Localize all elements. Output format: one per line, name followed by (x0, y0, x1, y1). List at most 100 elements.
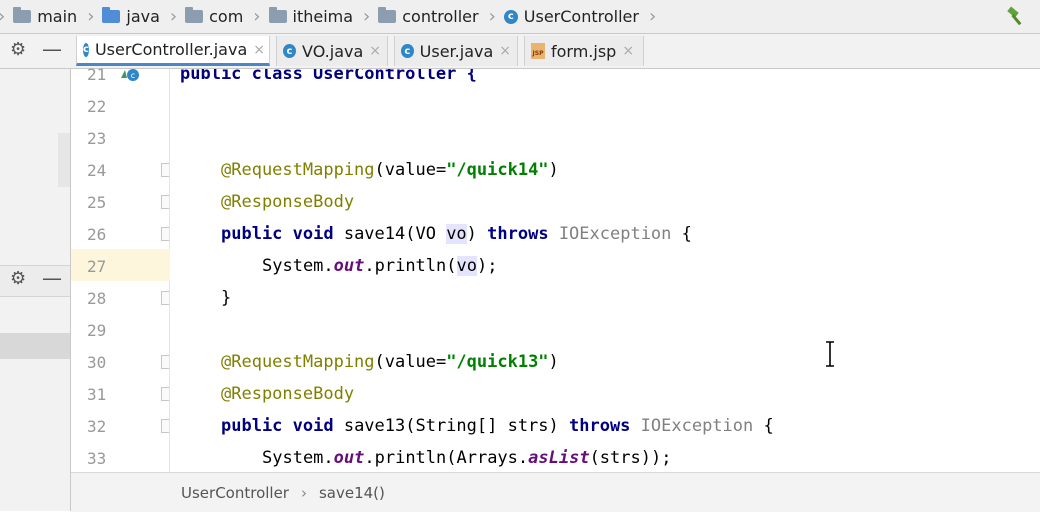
annotation: @ResponseBody (221, 192, 355, 212)
breadcrumb-label: itheima (292, 7, 354, 26)
chevron-right-icon: › (488, 6, 496, 27)
annotation: @RequestMapping (221, 352, 375, 372)
breadcrumb-java[interactable]: java (98, 0, 164, 33)
left-tool-panel: ⚙ — (0, 69, 71, 511)
tab-label: UserController.java (94, 40, 248, 59)
minimize-icon[interactable]: — (42, 37, 62, 61)
code-line-33[interactable]: System. out .println(Arrays. asList (strs)); (262, 442, 1040, 472)
close-icon[interactable]: × (253, 42, 265, 58)
code-breadcrumb-bar: UserController › save14() (71, 472, 1040, 512)
code-text: { (753, 416, 774, 436)
code-text: ) (548, 160, 559, 180)
hammer-icon[interactable] (1006, 6, 1028, 26)
jsp-icon: JSP (531, 43, 545, 59)
fold-marker-icon[interactable] (161, 419, 169, 433)
line-number: 24 (87, 160, 107, 180)
exception-type: IOException (548, 224, 672, 244)
line-number: 32 (87, 416, 107, 436)
code-text: (value= (374, 160, 447, 180)
line-number: 22 (87, 96, 107, 116)
code-text: ) (466, 224, 488, 244)
variable-highlight: vo (456, 256, 477, 276)
breadcrumb-itheima[interactable]: itheima (265, 0, 358, 33)
code-line-30[interactable]: @RequestMapping (value= "/quick13") (221, 346, 1040, 378)
fold-marker-icon[interactable] (161, 195, 169, 209)
code-line-21[interactable]: public class UserController { (180, 69, 1040, 90)
tab-label: User.java (419, 41, 494, 61)
class-icon: c (83, 42, 89, 57)
line-number: 31 (87, 384, 107, 404)
code-editor[interactable]: public class UserController { @RequestMa… (170, 69, 1040, 472)
breadcrumb-main[interactable]: main (9, 0, 81, 33)
panel-toolbar: ⚙ — (0, 265, 70, 297)
class-icon: c (283, 44, 297, 58)
code-line-27[interactable]: System. out .println(vo); (262, 250, 1040, 282)
code-line-28[interactable]: } (221, 282, 1040, 314)
exception-type: IOException (630, 416, 754, 436)
gear-icon[interactable]: ⚙ (10, 268, 26, 289)
panel-selected-row[interactable] (0, 333, 70, 359)
implemented-override-icon[interactable]: c (119, 66, 143, 82)
static-field: out (333, 256, 365, 276)
code-text: { (671, 224, 692, 244)
string-literal: "/quick13" (446, 352, 549, 372)
code-line-24[interactable]: @RequestMapping (value= "/quick14") (221, 154, 1040, 186)
code-line-26[interactable]: public void save14(VO vo) throws IOExcep… (221, 218, 1040, 250)
static-field: out (333, 448, 365, 468)
minimize-icon[interactable]: — (42, 266, 62, 290)
line-number: 25 (87, 192, 107, 212)
folder-icon (13, 7, 32, 23)
code-text: public class UserController { (180, 69, 477, 84)
code-text: save14(VO (333, 224, 447, 244)
breadcrumb-usercontroller[interactable]: c UserController (500, 0, 643, 33)
tab-vo[interactable]: c VO.java × (276, 36, 388, 66)
gear-icon[interactable]: ⚙ (10, 39, 26, 60)
tab-form-jsp[interactable]: JSP form.jsp × (524, 36, 644, 66)
breadcrumb-controller[interactable]: controller (374, 0, 482, 33)
text-cursor-icon (826, 341, 834, 367)
static-method: asList (528, 448, 590, 468)
line-number: 33 (87, 448, 107, 468)
code-text: (value= (374, 352, 447, 372)
line-number: 29 (87, 320, 107, 340)
code-line-25[interactable]: @ResponseBody (221, 186, 1040, 218)
line-number: 23 (87, 128, 107, 148)
keyword: public void (221, 224, 334, 244)
fold-marker-icon[interactable] (161, 227, 169, 241)
close-icon[interactable]: × (499, 43, 511, 59)
panel-scroll-thumb[interactable] (58, 133, 70, 187)
tab-user[interactable]: c User.java × (394, 36, 518, 66)
breadcrumb-class[interactable]: UserController (181, 484, 289, 502)
close-icon[interactable]: × (622, 43, 634, 59)
line-number: 26 (87, 224, 107, 244)
code-line-32[interactable]: public void save13(String[] strs) throws… (221, 410, 1040, 442)
fold-marker-icon[interactable] (161, 387, 169, 401)
string-literal: "/quick14" (446, 160, 549, 180)
package-icon (268, 7, 287, 23)
navigation-bar: › main › java › com › itheima › controll… (0, 0, 1040, 34)
code-lines: public class UserController { @RequestMa… (170, 69, 1040, 472)
close-icon[interactable]: × (369, 43, 381, 59)
annotation: @ResponseBody (221, 384, 355, 404)
tab-label: VO.java (302, 41, 364, 61)
code-text: System. (262, 448, 334, 468)
fold-marker-icon[interactable] (161, 163, 169, 177)
tab-label: form.jsp (551, 41, 617, 61)
annotation: @RequestMapping (221, 160, 375, 180)
breadcrumb-com[interactable]: com (181, 0, 247, 33)
line-numbers: 21 22 23 24 25 26 27 28 29 30 31 32 33 c (71, 58, 169, 472)
breadcrumb-method[interactable]: save14() (319, 484, 385, 502)
code-text: (strs)); (589, 448, 672, 468)
breadcrumb-label: java (126, 7, 160, 26)
fold-marker-icon[interactable] (161, 355, 169, 369)
code-text: System. (262, 256, 334, 276)
chevron-right-icon: › (300, 483, 307, 502)
fold-marker-icon[interactable] (161, 291, 169, 305)
line-number: 28 (87, 288, 107, 308)
chevron-right-icon: › (363, 6, 371, 27)
package-icon (378, 7, 397, 23)
class-icon: c (401, 44, 414, 58)
line-number: 27 (87, 256, 107, 276)
code-line-31[interactable]: @ResponseBody (221, 378, 1040, 410)
variable-highlight: vo (446, 224, 467, 244)
